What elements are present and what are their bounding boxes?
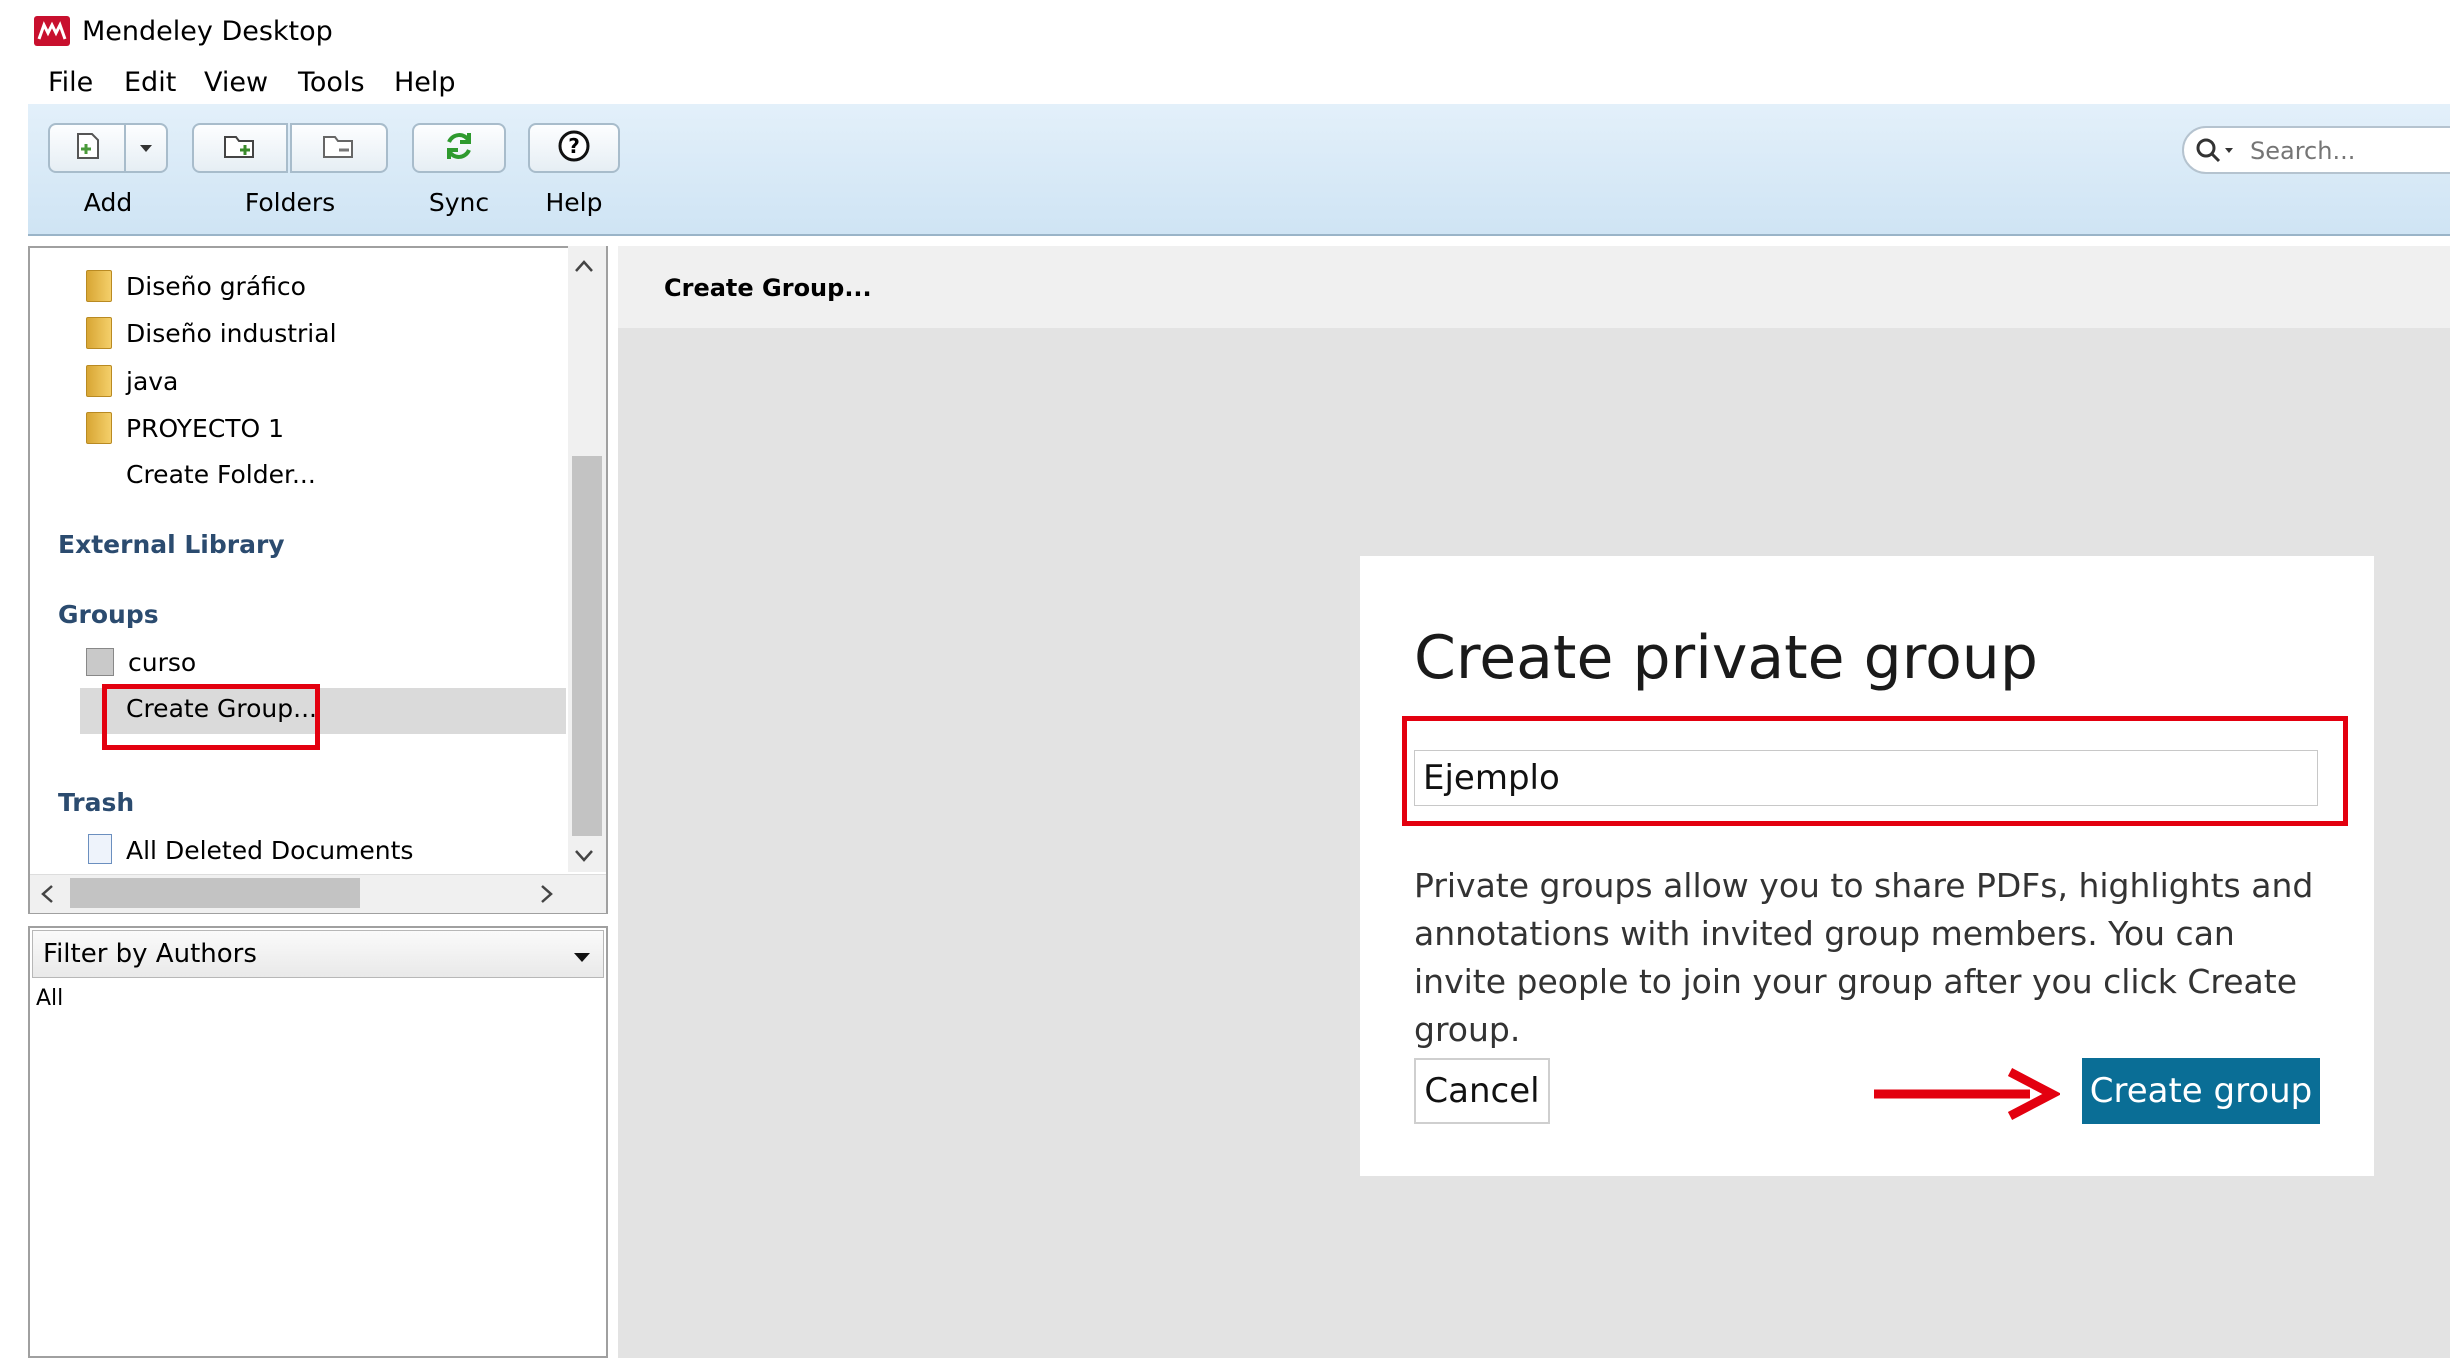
- groups-heading: Groups: [58, 600, 159, 629]
- dialog-description: Private groups allow you to share PDFs, …: [1414, 866, 2314, 1049]
- help-button[interactable]: ?: [528, 123, 620, 173]
- sidebar-vertical-scroll-thumb[interactable]: [572, 456, 602, 836]
- create-group-button[interactable]: Create group: [2082, 1058, 2320, 1124]
- sidebar-folder[interactable]: PROYECTO 1: [86, 408, 284, 448]
- add-label: Add: [83, 188, 133, 217]
- trash-document-icon: [88, 834, 112, 864]
- content-header: [618, 246, 2450, 328]
- all-deleted-documents[interactable]: All Deleted Documents: [126, 836, 413, 865]
- folder-icon: [86, 412, 112, 444]
- scroll-right-icon[interactable]: [540, 884, 554, 908]
- menu-view[interactable]: View: [204, 66, 268, 100]
- search-box[interactable]: [2182, 126, 2450, 174]
- sidebar-folder[interactable]: Diseño gráfico: [86, 266, 306, 306]
- group-icon: [86, 648, 114, 676]
- filter-item-all[interactable]: All: [36, 986, 63, 1011]
- help-icon: ?: [557, 129, 591, 167]
- help-label: Help: [545, 188, 603, 217]
- sync-button[interactable]: [412, 123, 506, 173]
- add-folder-icon: [222, 131, 258, 165]
- group-curso[interactable]: curso: [128, 648, 196, 677]
- svg-text:?: ?: [568, 134, 580, 158]
- folder-label: Diseño industrial: [126, 318, 337, 348]
- cancel-button[interactable]: Cancel: [1414, 1058, 1550, 1124]
- sync-icon: [442, 129, 476, 167]
- chevron-down-icon: [573, 949, 591, 968]
- menu-file[interactable]: File: [48, 66, 93, 100]
- folder-icon: [86, 270, 112, 302]
- create-folder-item[interactable]: Create Folder...: [126, 460, 316, 489]
- content-header-title: Create Group...: [664, 274, 872, 302]
- scroll-left-icon[interactable]: [40, 884, 54, 908]
- dialog-title: Create private group: [1414, 623, 2038, 693]
- menu-help[interactable]: Help: [394, 66, 456, 100]
- trash-heading: Trash: [58, 788, 135, 817]
- create-group-highlight: [102, 684, 320, 750]
- folders-label: Folders: [244, 188, 336, 217]
- menu-tools[interactable]: Tools: [298, 66, 365, 100]
- folder-label: java: [126, 366, 179, 396]
- sync-label: Sync: [428, 188, 490, 217]
- filter-label: Filter by Authors: [43, 939, 257, 969]
- add-folder-button[interactable]: [192, 123, 288, 173]
- app-title: Mendeley Desktop: [82, 16, 333, 47]
- mendeley-logo-icon: [34, 16, 70, 46]
- scroll-up-icon[interactable]: [574, 258, 594, 277]
- filter-by-authors-select[interactable]: Filter by Authors: [32, 930, 604, 978]
- menu-edit[interactable]: Edit: [124, 66, 176, 100]
- folder-label: PROYECTO 1: [126, 413, 285, 443]
- dropdown-arrow-icon: [139, 139, 153, 158]
- external-library-heading[interactable]: External Library: [58, 530, 285, 559]
- search-input[interactable]: [2248, 136, 2450, 166]
- arrow-right-icon: [1870, 1066, 2062, 1126]
- remove-folder-button[interactable]: [290, 123, 388, 173]
- filter-panel: [28, 926, 608, 1358]
- remove-folder-icon: [321, 131, 357, 165]
- sidebar-horizontal-scroll-thumb[interactable]: [70, 878, 360, 908]
- search-icon: [2194, 136, 2238, 170]
- name-input-highlight: [1402, 716, 2348, 826]
- add-button[interactable]: [48, 123, 126, 173]
- folder-icon: [86, 365, 112, 397]
- menu-bar: [0, 62, 2450, 104]
- folder-icon: [86, 317, 112, 349]
- scroll-down-icon[interactable]: [574, 848, 594, 867]
- title-bar: [0, 0, 2450, 62]
- toolbar: [28, 104, 2450, 236]
- folder-label: Diseño gráfico: [126, 271, 306, 301]
- add-dropdown-button[interactable]: [124, 123, 168, 173]
- sidebar-folder[interactable]: Diseño industrial: [86, 313, 337, 353]
- add-document-icon: [72, 130, 102, 166]
- sidebar-folder[interactable]: java: [86, 361, 178, 401]
